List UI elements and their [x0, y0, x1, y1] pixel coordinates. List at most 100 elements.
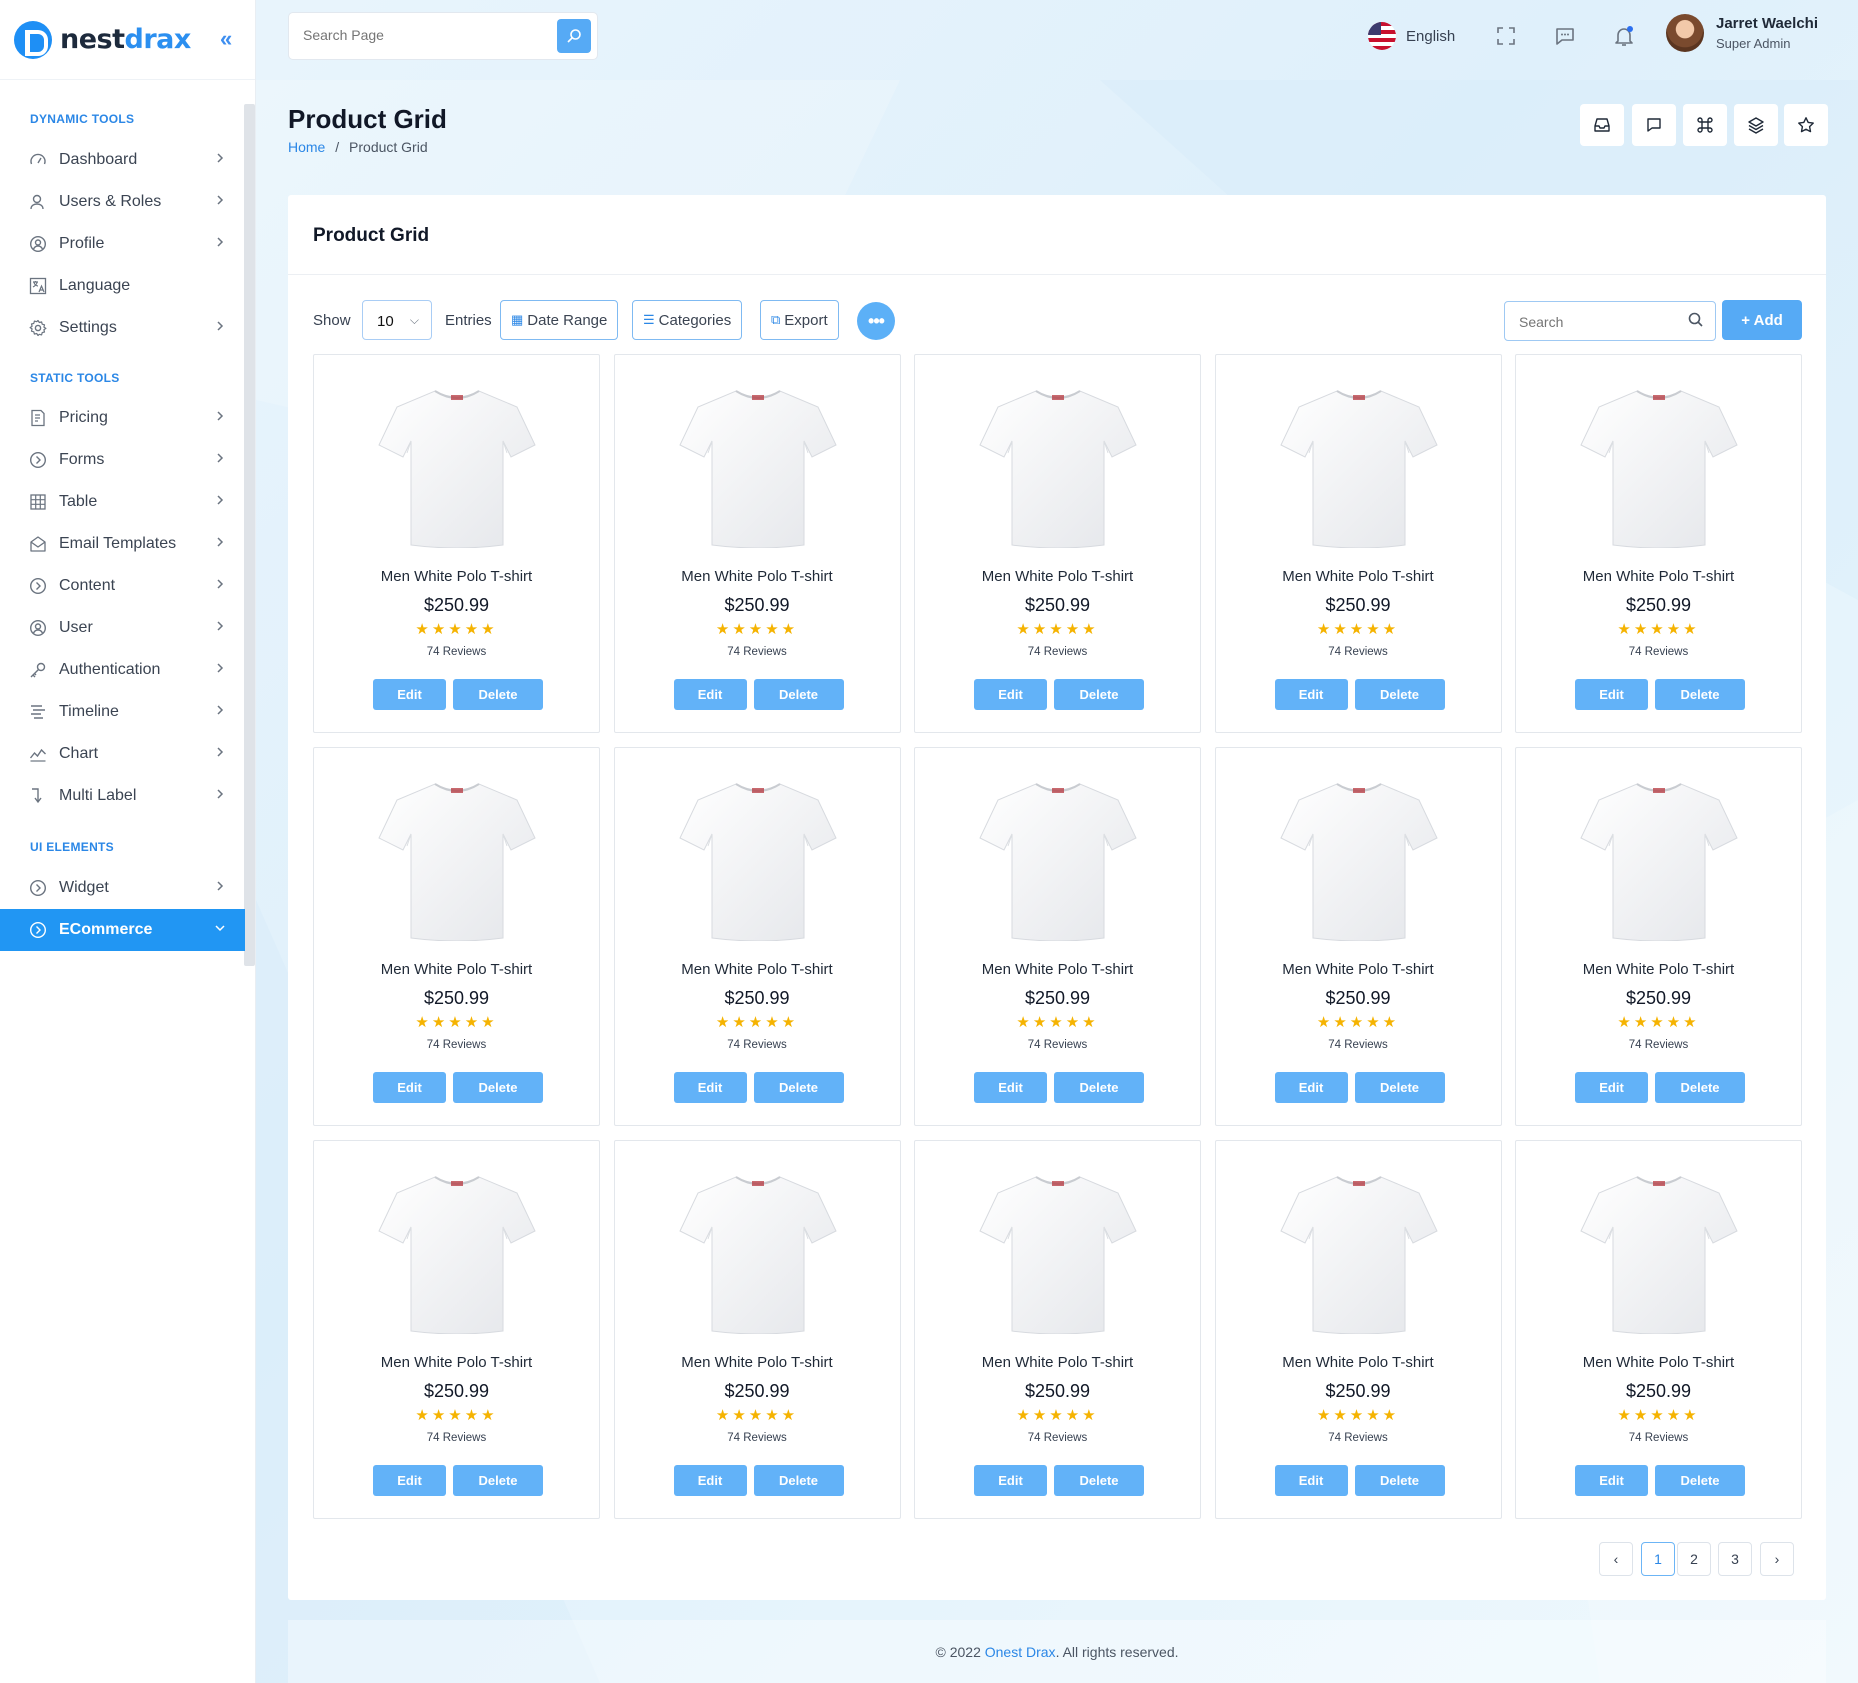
- product-card[interactable]: Men White Polo T-shirt $250.99 ★★★★★ 74 Rev…: [313, 747, 600, 1126]
- edit-button[interactable]: Edit: [974, 1465, 1047, 1496]
- sidebar-item-widget[interactable]: Widget: [0, 867, 245, 909]
- page-search-input[interactable]: [303, 27, 523, 43]
- sidebar-item-users-roles[interactable]: Users & Roles: [0, 181, 245, 223]
- sidebar-item-email-templates[interactable]: Email Templates: [0, 523, 245, 565]
- delete-button[interactable]: Delete: [753, 1072, 844, 1103]
- sidebar-item-content[interactable]: Content: [0, 565, 245, 607]
- date-range-button[interactable]: ▦ Date Range: [500, 300, 619, 340]
- edit-button[interactable]: Edit: [373, 1465, 446, 1496]
- sidebar-item-language[interactable]: Language: [0, 265, 245, 307]
- sidebar-item-chart[interactable]: Chart: [0, 733, 245, 775]
- delete-button[interactable]: Delete: [1354, 1072, 1445, 1103]
- command-icon[interactable]: [1683, 104, 1727, 146]
- delete-button[interactable]: Delete: [453, 1072, 543, 1103]
- logo[interactable]: nestdrax «: [0, 0, 255, 80]
- search-icon[interactable]: [1687, 311, 1705, 329]
- product-card[interactable]: Men White Polo T-shirt $250.99 ★★★★★ 74 Rev…: [1214, 354, 1502, 733]
- categories-button[interactable]: ☰ Categories: [632, 300, 743, 340]
- product-card[interactable]: Men White Polo T-shirt $250.99 ★★★★★ 74 Rev…: [914, 1140, 1201, 1519]
- sidebar-item-table[interactable]: Table: [0, 481, 245, 523]
- edit-button[interactable]: Edit: [673, 1072, 747, 1103]
- product-search-input[interactable]: [1519, 314, 1669, 330]
- product-image[interactable]: [1579, 1169, 1739, 1335]
- delete-button[interactable]: Delete: [1354, 1465, 1445, 1496]
- footer-link[interactable]: Onest Drax: [985, 1644, 1056, 1660]
- product-image[interactable]: [978, 1169, 1138, 1335]
- entries-select[interactable]: 10 ⌵: [362, 300, 432, 340]
- product-card[interactable]: Men White Polo T-shirt $250.99 ★★★★★ 74 Rev…: [914, 354, 1201, 733]
- sidebar-item-timeline[interactable]: Timeline: [0, 691, 245, 733]
- product-image[interactable]: [678, 1169, 838, 1335]
- product-card[interactable]: Men White Polo T-shirt $250.99 ★★★★★ 74 Rev…: [914, 747, 1201, 1126]
- edit-button[interactable]: Edit: [1575, 679, 1648, 710]
- delete-button[interactable]: Delete: [1655, 1465, 1745, 1496]
- fullscreen-icon[interactable]: [1494, 24, 1518, 48]
- sidebar-item-profile[interactable]: Profile: [0, 223, 245, 265]
- edit-button[interactable]: Edit: [1274, 1072, 1348, 1103]
- edit-button[interactable]: Edit: [673, 679, 747, 710]
- sidebar-item-forms[interactable]: Forms: [0, 439, 245, 481]
- product-card[interactable]: Men White Polo T-shirt $250.99 ★★★★★ 74 Rev…: [1515, 354, 1802, 733]
- product-card[interactable]: Men White Polo T-shirt $250.99 ★★★★★ 74 Rev…: [313, 354, 600, 733]
- sidebar-item-dashboard[interactable]: Dashboard: [0, 139, 245, 181]
- sidebar-item-settings[interactable]: Settings: [0, 307, 245, 349]
- search-button[interactable]: [557, 19, 591, 53]
- product-image[interactable]: [1579, 383, 1739, 549]
- edit-button[interactable]: Edit: [373, 1072, 446, 1103]
- product-card[interactable]: Men White Polo T-shirt $250.99 ★★★★★ 74 Rev…: [1214, 747, 1502, 1126]
- sidebar-item-user[interactable]: User: [0, 607, 245, 649]
- edit-button[interactable]: Edit: [974, 679, 1047, 710]
- sidebar-item-authentication[interactable]: Authentication: [0, 649, 245, 691]
- delete-button[interactable]: Delete: [753, 679, 844, 710]
- pagination-page-3[interactable]: 3: [1718, 1542, 1752, 1576]
- product-image[interactable]: [377, 776, 537, 942]
- star-icon[interactable]: [1784, 104, 1828, 146]
- pagination-page-2[interactable]: 2: [1677, 1542, 1711, 1576]
- chat-icon[interactable]: [1553, 24, 1577, 48]
- notification-bell-icon[interactable]: [1612, 24, 1636, 48]
- product-card[interactable]: Men White Polo T-shirt $250.99 ★★★★★ 74 Rev…: [613, 747, 901, 1126]
- product-image[interactable]: [678, 776, 838, 942]
- message-icon[interactable]: [1632, 104, 1676, 146]
- sidebar-item-multi-label[interactable]: Multi Label: [0, 775, 245, 817]
- product-image[interactable]: [978, 383, 1138, 549]
- delete-button[interactable]: Delete: [453, 679, 543, 710]
- delete-button[interactable]: Delete: [1054, 1072, 1144, 1103]
- delete-button[interactable]: Delete: [1054, 1465, 1144, 1496]
- product-card[interactable]: Men White Polo T-shirt $250.99 ★★★★★ 74 Rev…: [1515, 1140, 1802, 1519]
- edit-button[interactable]: Edit: [1575, 1465, 1648, 1496]
- delete-button[interactable]: Delete: [1054, 679, 1144, 710]
- product-image[interactable]: [377, 383, 537, 549]
- product-card[interactable]: Men White Polo T-shirt $250.99 ★★★★★ 74 Rev…: [613, 354, 901, 733]
- product-card[interactable]: Men White Polo T-shirt $250.99 ★★★★★ 74 Rev…: [1214, 1140, 1502, 1519]
- more-options-button[interactable]: •••: [857, 302, 895, 340]
- product-image[interactable]: [1279, 1169, 1439, 1335]
- product-card[interactable]: Men White Polo T-shirt $250.99 ★★★★★ 74 Rev…: [613, 1140, 901, 1519]
- product-image[interactable]: [1279, 383, 1439, 549]
- product-image[interactable]: [978, 776, 1138, 942]
- delete-button[interactable]: Delete: [1655, 1072, 1745, 1103]
- delete-button[interactable]: Delete: [453, 1465, 543, 1496]
- user-profile[interactable]: Jarret Waelchi Super Admin: [1666, 14, 1818, 52]
- edit-button[interactable]: Edit: [673, 1465, 747, 1496]
- product-image[interactable]: [678, 383, 838, 549]
- inbox-icon[interactable]: [1580, 104, 1624, 146]
- sidebar-item-ecommerce[interactable]: ECommerce: [0, 909, 245, 951]
- edit-button[interactable]: Edit: [373, 679, 446, 710]
- delete-button[interactable]: Delete: [1655, 679, 1745, 710]
- product-image[interactable]: [1579, 776, 1739, 942]
- export-button[interactable]: ⧉ Export: [760, 300, 839, 340]
- delete-button[interactable]: Delete: [1354, 679, 1445, 710]
- pagination-next[interactable]: ›: [1760, 1542, 1794, 1576]
- add-product-button[interactable]: + Add: [1722, 300, 1802, 340]
- layers-icon[interactable]: [1734, 104, 1778, 146]
- sidebar-item-pricing[interactable]: Pricing: [0, 397, 245, 439]
- product-image[interactable]: [377, 1169, 537, 1335]
- pagination-prev[interactable]: ‹: [1599, 1542, 1633, 1576]
- product-card[interactable]: Men White Polo T-shirt $250.99 ★★★★★ 74 Rev…: [1515, 747, 1802, 1126]
- sidebar-scrollbar[interactable]: [244, 104, 255, 966]
- breadcrumb-home[interactable]: Home: [288, 139, 325, 155]
- pagination-page-1[interactable]: 1: [1641, 1542, 1675, 1576]
- language-selector[interactable]: English: [1368, 22, 1455, 50]
- edit-button[interactable]: Edit: [1274, 1465, 1348, 1496]
